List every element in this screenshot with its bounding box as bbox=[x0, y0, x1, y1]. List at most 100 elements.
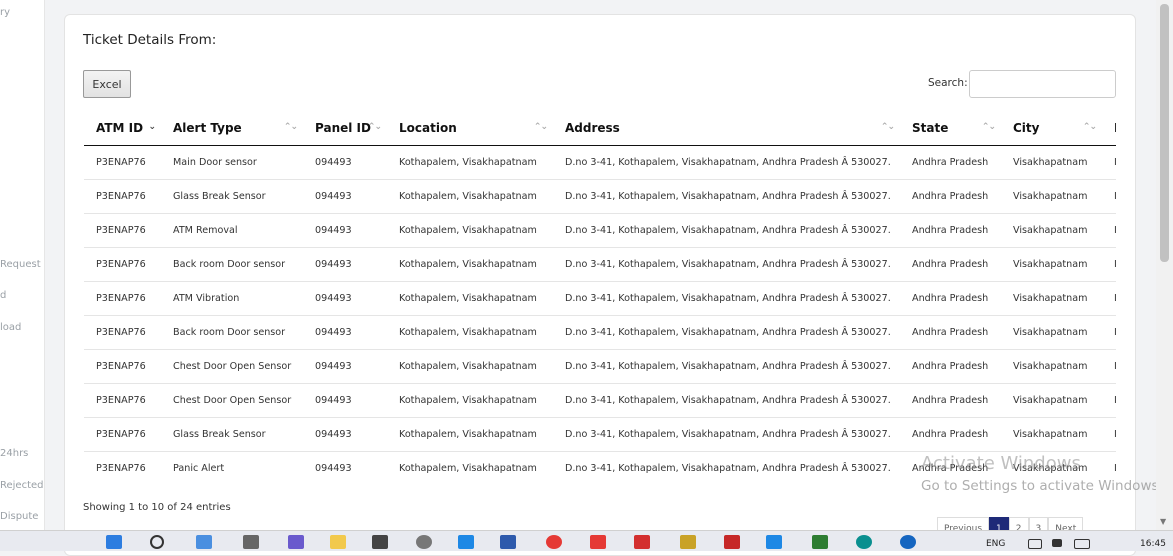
column-header-city[interactable]: City ⌃⌄ bbox=[1001, 111, 1102, 146]
table-row[interactable]: P3ENAP76 Glass Break Sensor 094493 Kothapal… bbox=[84, 179, 1116, 214]
activate-windows-hint: Go to Settings to activate Windows. bbox=[921, 478, 1163, 494]
sort-desc-icon: ⌄ bbox=[148, 122, 155, 132]
mail-icon[interactable] bbox=[680, 535, 696, 549]
cell-atm-id: P3ENAP76 bbox=[84, 145, 161, 180]
table-row[interactable]: P3ENAP76 ATM Removal 094493 Kothapalem, Vis… bbox=[84, 213, 1116, 248]
cell-state: Andhra Pradesh bbox=[900, 315, 1001, 350]
scroll-down-icon[interactable]: ▼ bbox=[1160, 517, 1166, 526]
app-icon[interactable] bbox=[590, 535, 606, 549]
card-title: Ticket Details From: bbox=[83, 32, 217, 48]
volume-icon[interactable] bbox=[1052, 539, 1062, 547]
cell-alert-type: Chest Door Open Sensor bbox=[161, 349, 303, 384]
network-icon[interactable] bbox=[1028, 539, 1042, 549]
cell-alert-type: Glass Break Sensor bbox=[161, 179, 303, 214]
cell-address: D.no 3-41, Kothapalem, Visakhapatnam, An… bbox=[553, 451, 900, 475]
cell-next: I bbox=[1102, 213, 1116, 248]
task-view-icon[interactable] bbox=[243, 535, 259, 549]
settings-icon[interactable] bbox=[416, 535, 432, 549]
search-input[interactable] bbox=[969, 70, 1116, 98]
battery-icon[interactable] bbox=[1074, 539, 1090, 549]
cell-city: Visakhapatnam bbox=[1001, 213, 1102, 248]
cell-city: Visakhapatnam bbox=[1001, 315, 1102, 350]
column-header-panel-id[interactable]: Panel ID ⌃⌄ bbox=[303, 111, 387, 146]
clock-time[interactable]: 16:45 bbox=[1140, 539, 1166, 549]
cell-atm-id: P3ENAP76 bbox=[84, 179, 161, 214]
sidebar-item-dispute[interactable]: Dispute bbox=[0, 511, 38, 522]
chrome-icon[interactable] bbox=[546, 535, 562, 549]
cell-location: Kothapalem, Visakhapatnam bbox=[387, 281, 553, 316]
column-header-atm-id[interactable]: ATM ID ⌄ bbox=[84, 111, 161, 146]
cell-next: I bbox=[1102, 179, 1116, 214]
file-explorer-icon[interactable] bbox=[330, 535, 346, 549]
cell-city: Visakhapatnam bbox=[1001, 247, 1102, 282]
cell-panel-id: 094493 bbox=[303, 315, 387, 350]
cell-address: D.no 3-41, Kothapalem, Visakhapatnam, An… bbox=[553, 179, 900, 214]
table-info: Showing 1 to 10 of 24 entries bbox=[83, 502, 231, 513]
sort-icon: ⌃⌄ bbox=[367, 122, 382, 132]
app-icon[interactable] bbox=[500, 535, 516, 549]
cell-panel-id: 094493 bbox=[303, 247, 387, 282]
cell-address: D.no 3-41, Kothapalem, Visakhapatnam, An… bbox=[553, 145, 900, 180]
cell-city: Visakhapatnam bbox=[1001, 383, 1102, 418]
app-icon[interactable] bbox=[766, 535, 782, 549]
cell-panel-id: 094493 bbox=[303, 213, 387, 248]
sort-icon: ⌃⌄ bbox=[880, 122, 895, 132]
column-header-alert-type[interactable]: Alert Type ⌃⌄ bbox=[161, 111, 303, 146]
cell-alert-type: Back room Door sensor bbox=[161, 315, 303, 350]
cell-address: D.no 3-41, Kothapalem, Visakhapatnam, An… bbox=[553, 281, 900, 316]
search-icon[interactable] bbox=[150, 535, 164, 549]
cell-location: Kothapalem, Visakhapatnam bbox=[387, 349, 553, 384]
cell-state: Andhra Pradesh bbox=[900, 179, 1001, 214]
cell-city: Visakhapatnam bbox=[1001, 349, 1102, 384]
sort-icon: ⌃⌄ bbox=[533, 122, 548, 132]
sidebar-item-request[interactable]: Request bbox=[0, 259, 41, 270]
app-icon[interactable] bbox=[724, 535, 740, 549]
sidebar-item-d[interactable]: d bbox=[0, 290, 6, 301]
scrollbar-thumb[interactable] bbox=[1160, 4, 1169, 262]
cell-address: D.no 3-41, Kothapalem, Visakhapatnam, An… bbox=[553, 417, 900, 452]
column-header-next[interactable]: I bbox=[1102, 111, 1116, 146]
cell-address: D.no 3-41, Kothapalem, Visakhapatnam, An… bbox=[553, 383, 900, 418]
cell-state: Andhra Pradesh bbox=[900, 349, 1001, 384]
column-header-address[interactable]: Address ⌃⌄ bbox=[553, 111, 900, 146]
table-row[interactable]: P3ENAP76 Chest Door Open Sensor 094493 Koth… bbox=[84, 383, 1116, 418]
table-row[interactable]: P3ENAP76 Glass Break Sensor 094493 Kothapal… bbox=[84, 417, 1116, 452]
cell-location: Kothapalem, Visakhapatnam bbox=[387, 179, 553, 214]
cell-address: D.no 3-41, Kothapalem, Visakhapatnam, An… bbox=[553, 349, 900, 384]
page-scrollbar[interactable]: ▼ bbox=[1156, 0, 1173, 530]
table-row[interactable]: P3ENAP76 Back room Door sensor 094493 Kotha… bbox=[84, 315, 1116, 350]
sidebar: ry Request d load 24hrs Rejected Dispute bbox=[0, 0, 45, 530]
weather-icon[interactable] bbox=[196, 535, 212, 549]
cell-next: I bbox=[1102, 451, 1116, 475]
cell-atm-id: P3ENAP76 bbox=[84, 315, 161, 350]
app-icon[interactable] bbox=[634, 535, 650, 549]
cell-next: I bbox=[1102, 145, 1116, 180]
cell-state: Andhra Pradesh bbox=[900, 281, 1001, 316]
excel-icon[interactable] bbox=[812, 535, 828, 549]
column-header-state[interactable]: State ⌃⌄ bbox=[900, 111, 1001, 146]
teams-icon[interactable] bbox=[288, 535, 304, 549]
cell-alert-type: Main Door sensor bbox=[161, 145, 303, 180]
sort-icon: ⌃⌄ bbox=[283, 122, 298, 132]
cell-address: D.no 3-41, Kothapalem, Visakhapatnam, An… bbox=[553, 213, 900, 248]
table-row[interactable]: P3ENAP76 ATM Vibration 094493 Kothapalem, V… bbox=[84, 281, 1116, 316]
cell-alert-type: ATM Vibration bbox=[161, 281, 303, 316]
table-row[interactable]: P3ENAP76 Main Door sensor 094493 Kothapalem… bbox=[84, 145, 1116, 180]
cell-city: Visakhapatnam bbox=[1001, 281, 1102, 316]
language-indicator[interactable]: ENG bbox=[986, 539, 1005, 549]
start-icon[interactable] bbox=[106, 535, 122, 549]
sidebar-item-summary[interactable]: ry bbox=[0, 7, 10, 18]
cell-panel-id: 094493 bbox=[303, 451, 387, 475]
app-icon[interactable] bbox=[372, 535, 388, 549]
excel-export-button[interactable]: Excel bbox=[83, 70, 131, 98]
table-row[interactable]: P3ENAP76 Back room Door sensor 094493 Kotha… bbox=[84, 247, 1116, 282]
sidebar-item-rejected[interactable]: Rejected bbox=[0, 480, 44, 491]
table-row[interactable]: P3ENAP76 Chest Door Open Sensor 094493 Koth… bbox=[84, 349, 1116, 384]
cell-alert-type: Back room Door sensor bbox=[161, 247, 303, 282]
store-icon[interactable] bbox=[458, 535, 474, 549]
column-header-location[interactable]: Location ⌃⌄ bbox=[387, 111, 553, 146]
sidebar-item-24hrs[interactable]: 24hrs bbox=[0, 448, 28, 459]
ie-icon[interactable] bbox=[900, 535, 916, 549]
sidebar-item-download[interactable]: load bbox=[0, 322, 21, 333]
edge-icon[interactable] bbox=[856, 535, 872, 549]
